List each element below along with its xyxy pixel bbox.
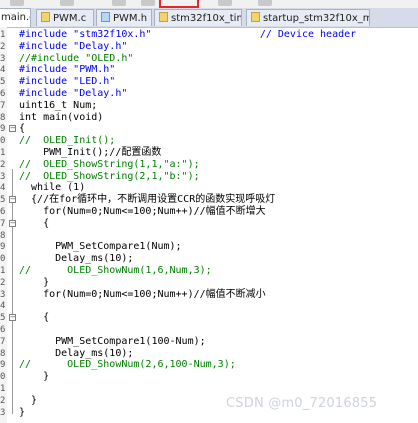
tab-label: PWM.c (53, 13, 87, 24)
fold-toggle-icon[interactable]: − (9, 219, 16, 227)
fold-toggle-icon[interactable]: − (9, 125, 16, 133)
tab-startup-md-s[interactable]: startup_stm32f10x_md.s (246, 9, 370, 26)
toolbar-icon[interactable] (112, 0, 126, 6)
tab-pwm-h[interactable]: PWM.h (96, 9, 152, 26)
c-file-icon (41, 12, 50, 22)
tab-label: PWM.h (113, 13, 148, 24)
toolbar-icon[interactable] (60, 0, 74, 6)
toolbar-icon[interactable] (258, 0, 272, 6)
tab-main-c[interactable]: main.c (0, 8, 31, 27)
file-tab-bar: main.c PWM.c PWM.h stm32f10x_tim.c start… (0, 8, 418, 28)
fold-toggle-icon[interactable]: − (9, 196, 16, 204)
tab-stm32f10x-tim-c[interactable]: stm32f10x_tim.c (154, 9, 242, 26)
toolbar-icon[interactable] (218, 0, 232, 6)
h-file-icon (101, 12, 110, 22)
tab-label: main.c (1, 12, 30, 23)
tab-label: stm32f10x_tim.c (171, 13, 241, 24)
tab-label: startup_stm32f10x_md.s (263, 13, 369, 24)
code-text: } (19, 406, 26, 418)
fold-toggle-icon[interactable]: − (9, 314, 16, 322)
toolbar-icon[interactable] (141, 0, 155, 6)
highlight-box (159, 0, 199, 8)
tab-pwm-c[interactable]: PWM.c (36, 9, 94, 26)
watermark: CSDN @m0_72016855 (226, 396, 378, 411)
toolbar (0, 0, 418, 8)
s-file-icon (251, 12, 260, 22)
c-file-icon (159, 12, 168, 22)
line-number: 3 (0, 407, 6, 418)
toolbar-icon[interactable] (10, 0, 24, 6)
